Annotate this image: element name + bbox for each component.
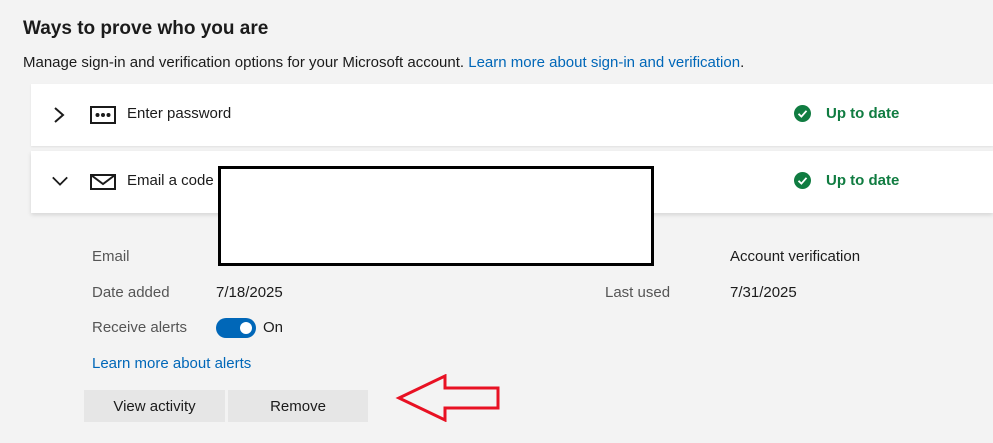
receive-alerts-toggle[interactable] [216,318,256,338]
chevron-down-icon[interactable] [49,172,69,192]
view-activity-button[interactable]: View activity [84,390,225,422]
remove-button[interactable]: Remove [228,390,368,422]
page-title: Ways to prove who you are [23,18,269,39]
check-circle-icon [794,172,811,189]
used-for-value: Account verification [730,248,861,265]
status-badge: Up to date [794,105,899,122]
status-text: Up to date [826,105,900,122]
date-added-label: Date added [92,284,170,301]
receive-alerts-label: Receive alerts [92,319,188,336]
last-used-value: 7/31/2025 [730,284,797,301]
method-row-password[interactable]: Enter password Up to date [31,84,993,146]
page-description: Manage sign-in and verification options … [23,54,745,71]
receive-alerts-state: On [263,319,284,336]
annotation-arrow-icon [395,374,500,422]
last-used-label: Last used [605,284,671,301]
description-text: Manage sign-in and verification options … [23,54,465,71]
password-dots-icon [90,106,116,124]
learn-more-signin-link[interactable]: Learn more about sign-in and verificatio… [468,54,740,71]
method-label-email: Email a code [127,172,214,189]
email-label: Email [92,248,130,265]
status-text: Up to date [826,172,900,189]
check-circle-icon [794,105,811,122]
redaction-box [218,166,654,266]
sign-in-methods-page: Ways to prove who you are Manage sign-in… [0,0,993,443]
learn-more-alerts-link[interactable]: Learn more about alerts [92,355,251,372]
date-added-value: 7/18/2025 [216,284,283,301]
chevron-right-icon[interactable] [51,105,67,125]
status-badge: Up to date [794,172,899,189]
method-label-password: Enter password [127,105,232,122]
envelope-icon [90,174,116,190]
